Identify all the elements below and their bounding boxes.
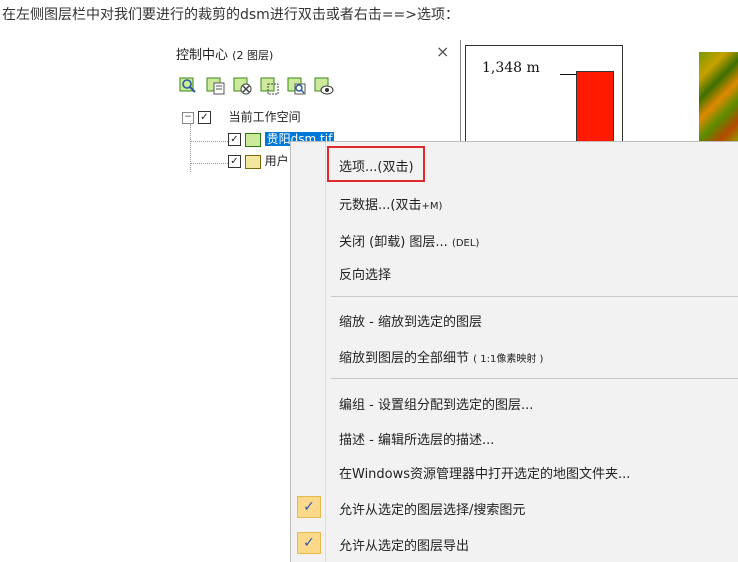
vector-layer-icon [244,154,261,169]
check-icon: ✓ [297,532,321,554]
collapse-icon[interactable]: − [182,111,194,124]
menu-item-close-layer[interactable]: 关闭 (卸载) 图层... (DEL) [339,231,479,250]
menu-item-zoom-layer[interactable]: 缩放 - 缩放到选定的图层 [339,311,482,330]
terrain-raster-image [699,52,738,148]
tree-workspace-row[interactable]: − ✓ 当前工作空间 [182,108,301,126]
menu-item-allow-export[interactable]: 允许从选定的图层导出 [339,535,469,554]
close-layer-label: 关闭 (卸载) 图层... [339,235,448,250]
menu-item-options[interactable]: 选项...(双击) [339,156,414,175]
close-layer-shortcut: (DEL) [451,238,480,249]
menu-item-group[interactable]: 编组 - 设置组分配到选定的图层... [339,394,533,413]
workspace-label: 当前工作空间 [228,110,301,124]
view-layer-icon[interactable] [313,75,334,96]
menu-item-allow-select[interactable]: 允许从选定的图层选择/搜索图元 [339,499,525,518]
workspace-checkbox[interactable]: ✓ [197,111,211,124]
layer-toolbar [178,75,334,99]
raster-layer-icon [244,132,261,147]
menu-item-metadata[interactable]: 元数据...(双击+M) [339,194,442,213]
panel-title: 控制中心 (2 图层) [176,44,273,63]
tree-guide [190,141,228,142]
check-icon: ✓ [297,496,321,518]
zoom-full-hint: ( 1:1像素映射 ) [473,354,544,365]
zoom-layer-icon[interactable] [286,75,307,96]
tree-guide [190,163,228,164]
layer-dsm-checkbox[interactable]: ✓ [228,133,241,146]
layer-context-menu: 选项...(双击) 元数据...(双击+M) 关闭 (卸载) 图层... (DE… [290,141,738,562]
menu-item-open-folder[interactable]: 在Windows资源管理器中打开选定的地图文件夹... [339,463,630,482]
menu-item-describe[interactable]: 描述 - 编辑所选层的描述... [339,429,494,448]
zoom-full-label: 缩放到图层的全部细节 [339,351,470,366]
menu-separator [331,296,738,297]
panel-title-text: 控制中心 [176,48,229,63]
legend-color-bar [576,71,614,152]
remove-layer-icon[interactable] [232,75,253,96]
layer-select-icon[interactable] [259,75,280,96]
tree-layer-row-user[interactable]: ✓ 用户 [228,152,289,170]
menu-item-invert-selection[interactable]: 反向选择 [339,264,391,283]
panel-layer-count: (2 图层) [232,49,274,62]
legend-tick [560,74,576,75]
metadata-label: 元数据...(双击 [339,198,422,213]
add-layer-icon[interactable] [178,75,199,96]
layer-list-icon[interactable] [205,75,226,96]
tree-guide [190,124,191,172]
close-icon[interactable]: × [436,42,449,61]
metadata-shortcut: +M) [421,201,443,212]
layer-user-label[interactable]: 用户 [265,154,289,168]
elevation-legend: 1,348 m [465,45,623,152]
instruction-caption: 在左侧图层栏中对我们要进行的裁剪的dsm进行双击或者右击==>选项： [2,7,460,23]
layer-user-checkbox[interactable]: ✓ [228,155,241,168]
menu-separator [331,378,738,379]
menu-item-zoom-full-detail[interactable]: 缩放到图层的全部细节 ( 1:1像素映射 ) [339,347,543,366]
legend-max-label: 1,348 m [482,60,540,76]
map-view[interactable]: 1,348 m [460,40,738,152]
